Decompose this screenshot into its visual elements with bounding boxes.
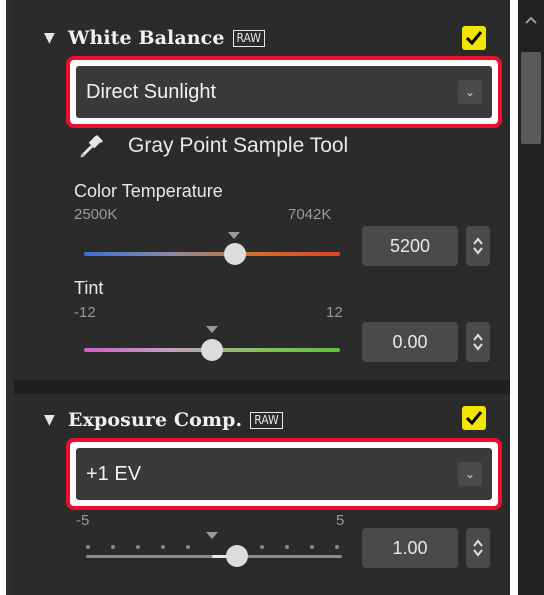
tint-default-marker (206, 326, 218, 333)
exposure-value[interactable]: 1.00 (362, 528, 458, 568)
exposure-comp-header[interactable]: ▼ Exposure Comp. RAW (44, 404, 283, 436)
color-temperature-max: 7042K (288, 206, 332, 223)
scroll-up-icon[interactable] (518, 0, 544, 40)
color-temperature-track[interactable] (84, 252, 340, 256)
gray-point-tool-label[interactable]: Gray Point Sample Tool (128, 134, 348, 158)
raw-badge: RAW (250, 411, 283, 429)
checkmark-icon (465, 31, 483, 46)
white-balance-title: White Balance (68, 27, 225, 49)
color-temperature-min: 2500K (74, 206, 118, 223)
scrollbar[interactable] (518, 0, 544, 595)
spinner-arrows-icon (473, 333, 483, 351)
tick-dot (86, 545, 90, 549)
color-temperature-value[interactable]: 5200 (362, 226, 458, 266)
tick-dot (285, 545, 289, 549)
tint-spinner[interactable] (466, 322, 490, 362)
tint-label: Tint (74, 278, 104, 298)
exposure-knob[interactable] (226, 545, 248, 567)
triangle-down-icon[interactable]: ▼ (44, 412, 68, 428)
tint-max: 12 (326, 304, 343, 321)
scroll-thumb[interactable] (521, 52, 541, 144)
tint-min: -12 (74, 304, 96, 321)
exposure-comp-dropdown[interactable]: +1 EV ⌄ (76, 448, 492, 500)
tint-knob[interactable] (201, 339, 223, 361)
eyedropper-icon[interactable] (78, 132, 106, 160)
white-balance-header[interactable]: ▼ White Balance RAW (44, 22, 265, 54)
white-balance-selected: Direct Sunlight (86, 80, 217, 103)
white-balance-dropdown[interactable]: Direct Sunlight ⌄ (76, 66, 492, 118)
color-temperature-default-marker (228, 232, 240, 239)
spinner-arrows-icon (473, 539, 483, 557)
section-divider (14, 380, 510, 394)
chevron-down-icon: ⌄ (458, 80, 482, 104)
exposure-comp-selected: +1 EV (86, 462, 142, 485)
exposure-spinner[interactable] (466, 528, 490, 568)
tick-dot (260, 545, 264, 549)
tick-dot (335, 545, 339, 549)
spinner-arrows-icon (473, 237, 483, 255)
tick-dot (111, 545, 115, 549)
color-temperature-knob[interactable] (224, 243, 246, 265)
exposure-min: -5 (76, 512, 90, 529)
tick-dot (136, 545, 140, 549)
tick-dot (310, 545, 314, 549)
color-temperature-spinner[interactable] (466, 226, 490, 266)
adjustment-panel: ▼ White Balance RAW Direct Sunlight ⌄ Gr… (6, 0, 510, 595)
white-balance-enable-checkbox[interactable] (462, 26, 486, 50)
color-temperature-label: Color Temperature (74, 181, 223, 201)
exposure-default-marker (206, 532, 218, 539)
raw-badge: RAW (232, 29, 265, 47)
exposure-max: 5 (336, 512, 345, 529)
triangle-down-icon[interactable]: ▼ (44, 30, 68, 46)
checkmark-icon (465, 411, 483, 426)
exposure-comp-title: Exposure Comp. (68, 409, 243, 431)
tick-dot (186, 545, 190, 549)
tint-value[interactable]: 0.00 (362, 322, 458, 362)
chevron-down-icon: ⌄ (458, 462, 482, 486)
highlight-box: +1 EV ⌄ (66, 438, 502, 510)
tick-dot (161, 545, 165, 549)
exposure-comp-enable-checkbox[interactable] (462, 406, 486, 430)
highlight-box: Direct Sunlight ⌄ (66, 56, 502, 128)
